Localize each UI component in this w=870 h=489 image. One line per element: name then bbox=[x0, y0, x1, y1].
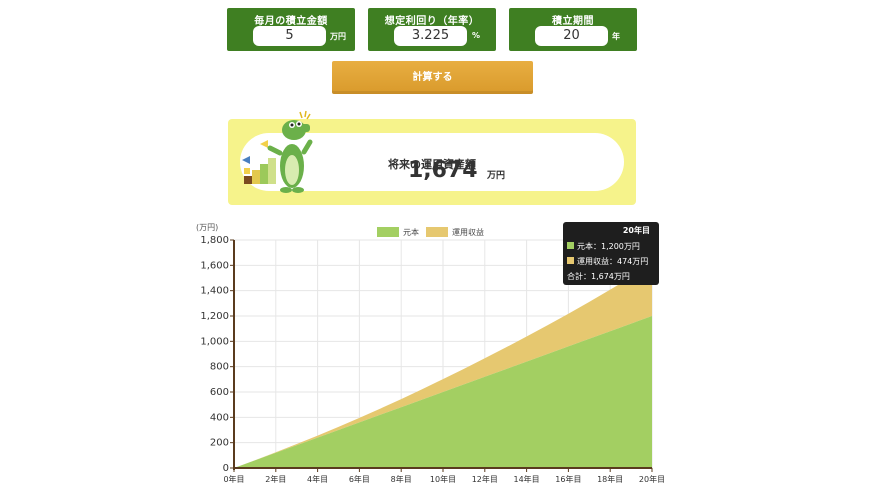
legend-principal-label: 元本 bbox=[403, 227, 419, 237]
x-tick-label: 2年目 bbox=[265, 474, 286, 484]
y-tick-label: 1,600 bbox=[200, 260, 229, 271]
tooltip-line-earnings: 運用収益：474万円 bbox=[577, 256, 648, 266]
tooltip-swatch-principal bbox=[567, 242, 574, 249]
x-tick-label: 6年目 bbox=[349, 474, 370, 484]
tooltip-line-total: 合計：1,674万円 bbox=[567, 271, 630, 281]
y-tick-label: 1,800 bbox=[200, 235, 229, 246]
y-tick-labels: 0 200 400 600 800 1,000 1,200 1,400 1,600 1,800 bbox=[200, 235, 234, 474]
chart-tooltip: 20年目 元本：1,200万円 運用収益：474万円 合計：1,674万円 bbox=[563, 222, 659, 285]
x-tick-label: 0年目 bbox=[223, 474, 244, 484]
y-tick-label: 0 bbox=[223, 463, 229, 474]
x-tick-label: 14年目 bbox=[514, 474, 540, 484]
y-unit-label: (万円) bbox=[196, 223, 218, 232]
x-tick-label: 16年目 bbox=[555, 474, 581, 484]
asset-chart: 0 200 400 600 800 1,000 1,200 1,400 1,600 1,800 0… bbox=[196, 222, 665, 484]
y-tick-label: 1,000 bbox=[200, 336, 229, 347]
x-tick-label: 4年目 bbox=[307, 474, 328, 484]
legend-swatch-principal bbox=[377, 227, 399, 237]
x-tick-label: 10年目 bbox=[430, 474, 456, 484]
legend-swatch-earnings bbox=[426, 227, 448, 237]
tooltip-swatch-earnings bbox=[567, 257, 574, 264]
x-tick-label: 8年目 bbox=[391, 474, 412, 484]
y-tick-label: 600 bbox=[210, 387, 229, 398]
y-tick-label: 400 bbox=[210, 412, 229, 423]
y-tick-label: 800 bbox=[210, 362, 229, 373]
legend-earnings-label: 運用収益 bbox=[452, 227, 484, 237]
x-tick-label: 20年目 bbox=[639, 474, 665, 484]
x-tick-label: 12年目 bbox=[472, 474, 498, 484]
tooltip-line-principal: 元本：1,200万円 bbox=[577, 241, 640, 251]
x-tick-labels: 0年目 2年目 4年目 6年目 8年目 10年目 12年目 14年目 16年目 18年目 20年目 bbox=[223, 468, 665, 484]
chart-legend: 元本 運用収益 bbox=[377, 227, 484, 237]
y-tick-label: 1,400 bbox=[200, 286, 229, 297]
tooltip-title: 20年目 bbox=[623, 225, 650, 235]
x-tick-label: 18年目 bbox=[597, 474, 623, 484]
y-tick-label: 200 bbox=[210, 438, 229, 449]
y-tick-label: 1,200 bbox=[200, 311, 229, 322]
